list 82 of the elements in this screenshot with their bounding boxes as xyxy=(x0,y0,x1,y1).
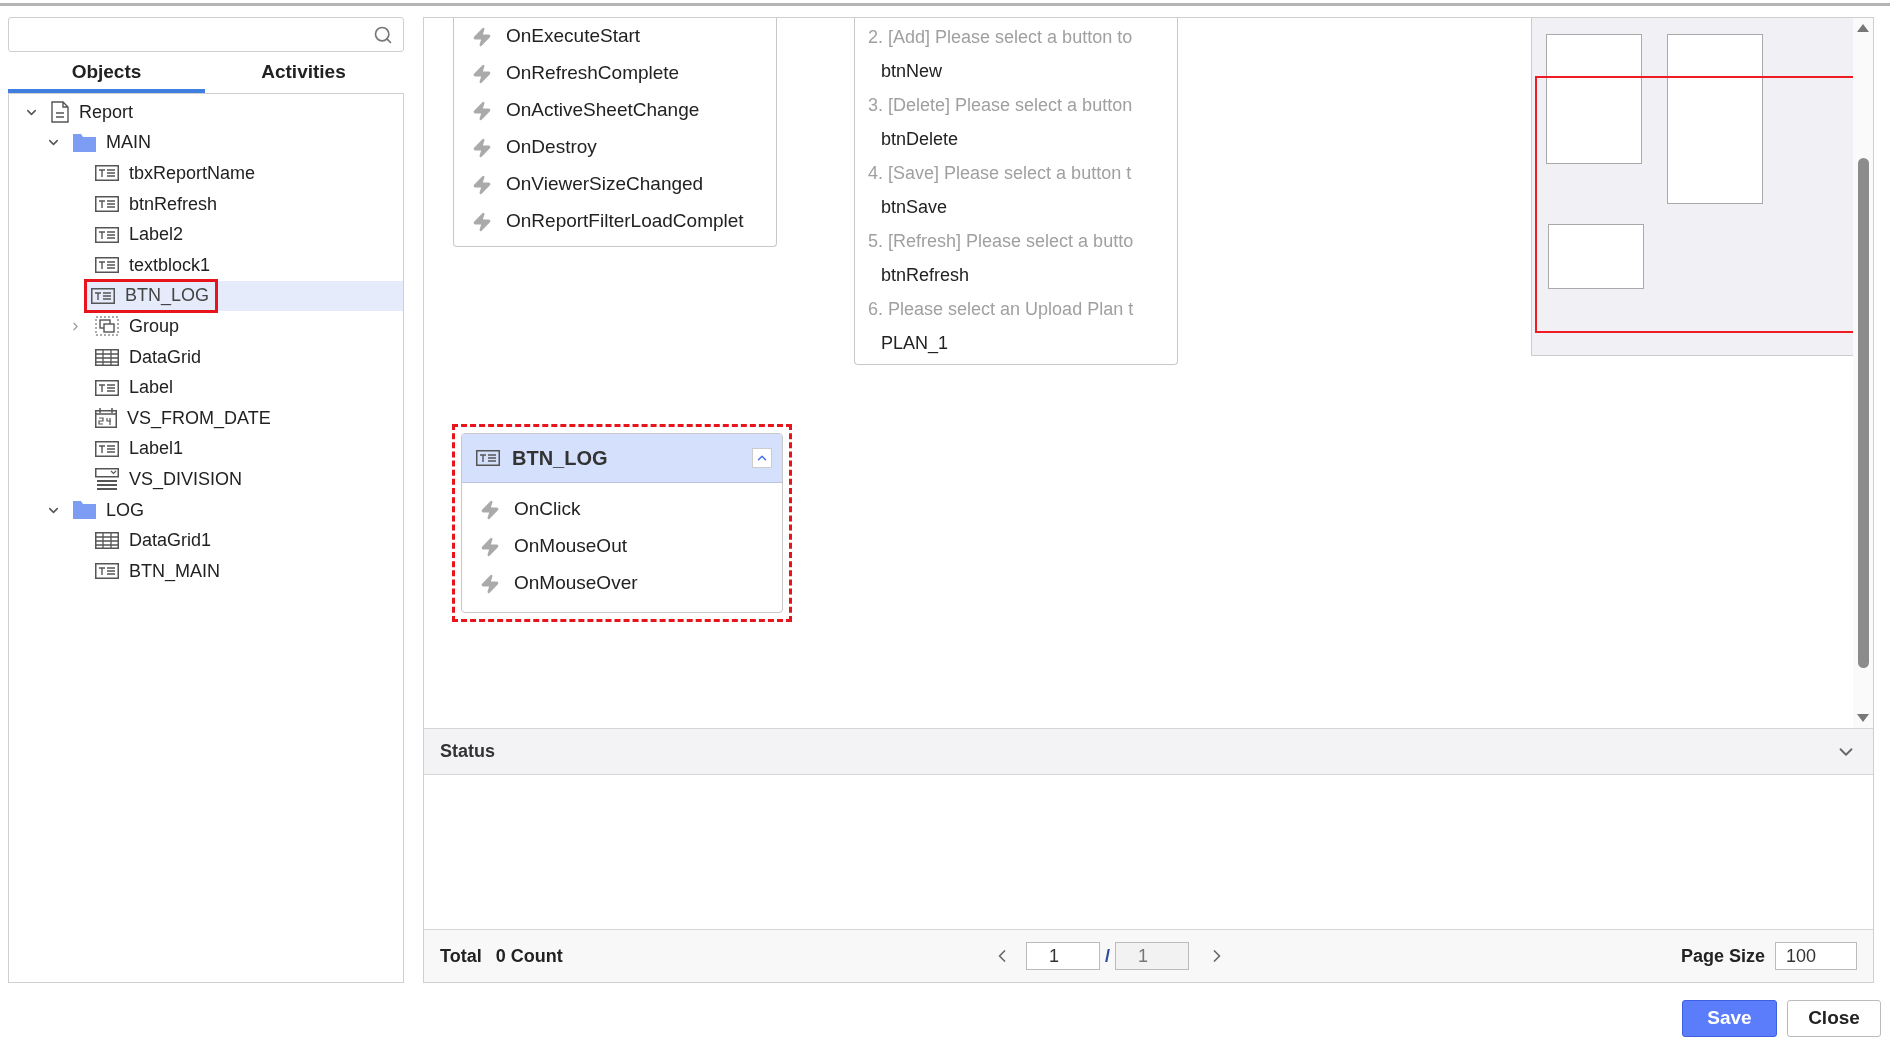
total-pages: 1 xyxy=(1114,942,1189,970)
tree-item[interactable]: MAIN xyxy=(63,127,403,159)
tree-item[interactable]: VS_FROM_DATE xyxy=(85,402,403,434)
event-name[interactable]: OnRefreshComplete xyxy=(506,59,680,88)
tree-item[interactable]: DataGrid1 xyxy=(85,525,403,556)
lightning-icon xyxy=(472,174,492,195)
save-button[interactable]: Save xyxy=(1682,1000,1777,1037)
text-field-icon xyxy=(91,287,115,304)
mapped-value[interactable]: btnSave xyxy=(868,190,1173,224)
collapse-button[interactable] xyxy=(752,448,772,468)
hint-text: 5. [Refresh] Please select a butto xyxy=(868,230,1135,253)
card-title: BTN_LOG xyxy=(512,446,609,471)
page-size-label: Page Size xyxy=(1680,944,1765,968)
hint-text: 6. Please select an Upload Plan t xyxy=(868,298,1135,321)
lightning-icon xyxy=(472,137,492,158)
mapped-value[interactable]: btnDelete xyxy=(868,122,1173,156)
event-name[interactable]: OnDestroy xyxy=(506,133,597,162)
calendar-icon xyxy=(95,408,117,429)
page-size-field[interactable]: 100 xyxy=(1775,942,1857,970)
tree-item[interactable]: BTN_LOG xyxy=(85,280,403,312)
document-icon xyxy=(51,101,69,124)
scroll-up-arrow-icon[interactable] xyxy=(1857,24,1869,32)
event-name[interactable]: OnViewerSizeChanged xyxy=(506,170,704,199)
tree-item[interactable]: Label2 xyxy=(85,219,403,250)
text-field-icon xyxy=(476,450,500,466)
page-input[interactable]: 1 xyxy=(1025,942,1100,970)
status-header[interactable]: Status xyxy=(424,728,1873,775)
mapped-value[interactable]: btnNew xyxy=(868,54,1173,88)
tree-item[interactable]: VS_DIVISION xyxy=(85,464,403,495)
panel-tab[interactable]: Objects xyxy=(8,55,205,93)
event-name[interactable]: OnReportFilterLoadComplet xyxy=(506,207,744,236)
list-box-icon xyxy=(95,468,119,491)
page-separator: / xyxy=(1104,944,1110,968)
text-field-icon xyxy=(95,440,119,457)
event-name[interactable]: OnMouseOut xyxy=(514,532,627,561)
folder-icon xyxy=(73,501,96,519)
panel-tab[interactable]: Activities xyxy=(205,55,402,93)
text-field-icon xyxy=(95,226,119,243)
hint-text: 3. [Delete] Please select a button xyxy=(868,94,1134,117)
mapped-value[interactable]: btnRefresh xyxy=(868,258,1173,292)
text-field-icon xyxy=(95,196,119,213)
text-field-icon xyxy=(95,257,119,274)
close-button[interactable]: Close xyxy=(1787,1000,1881,1037)
event-name[interactable]: OnClick xyxy=(514,495,581,524)
group-icon xyxy=(95,316,119,337)
scrollbar[interactable] xyxy=(1853,18,1873,728)
tree-item[interactable]: Label1 xyxy=(85,433,403,465)
grid-icon xyxy=(95,532,119,550)
tree-item[interactable]: Label xyxy=(85,372,403,403)
tree-item[interactable]: Report xyxy=(41,97,403,128)
tree-item[interactable]: btnRefresh xyxy=(85,188,403,220)
tree-item[interactable]: Group xyxy=(85,311,403,342)
scrollbar-thumb[interactable] xyxy=(1858,158,1869,668)
status-title: Status xyxy=(440,740,495,763)
text-field-icon xyxy=(95,165,119,182)
lightning-icon xyxy=(472,100,492,121)
event-name[interactable]: OnActiveSheetChange xyxy=(506,96,700,125)
lightning-icon xyxy=(472,63,492,84)
total-label: Total xyxy=(440,944,482,968)
tree-item[interactable]: LOG xyxy=(63,494,403,526)
event-name[interactable]: OnExecuteStart xyxy=(506,22,641,51)
hint-text: 2. [Add] Please select a button to xyxy=(868,26,1134,49)
total-count: 0 Count xyxy=(495,944,563,968)
tree-item[interactable]: tbxReportName xyxy=(85,158,403,189)
lightning-icon xyxy=(480,499,500,520)
search-field[interactable] xyxy=(8,17,404,52)
tree-item[interactable]: DataGrid xyxy=(85,341,403,373)
scroll-down-arrow-icon[interactable] xyxy=(1857,714,1869,722)
event-name[interactable]: OnMouseOver xyxy=(514,569,638,598)
hint-text: 4. [Save] Please select a button t xyxy=(868,162,1133,185)
tree-item[interactable]: BTN_MAIN xyxy=(85,555,403,587)
tree-item[interactable]: textblock1 xyxy=(85,249,403,281)
lightning-icon xyxy=(480,536,500,557)
text-field-icon xyxy=(95,563,119,580)
lightning-icon xyxy=(480,573,500,594)
lightning-icon xyxy=(472,26,492,47)
folder-icon xyxy=(73,133,96,152)
text-field-icon xyxy=(95,379,119,396)
lightning-icon xyxy=(472,211,492,232)
mapped-value[interactable]: PLAN_1 xyxy=(868,326,1173,360)
grid-icon xyxy=(95,348,119,366)
search-icon[interactable] xyxy=(373,24,393,45)
